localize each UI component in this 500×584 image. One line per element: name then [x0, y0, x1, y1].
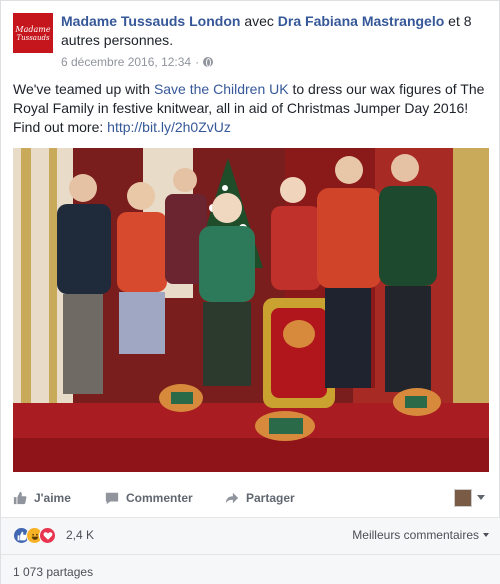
reaction-icons[interactable] — [13, 527, 56, 544]
comment-sort-label: Meilleurs commentaires — [352, 528, 479, 542]
globe-icon[interactable] — [203, 57, 214, 67]
timestamp-link[interactable]: 6 décembre 2016, 12:34 — [61, 55, 191, 69]
action-bar: J'aime Commenter Partager — [1, 485, 499, 513]
page-avatar[interactable]: Madame Tussauds — [13, 13, 53, 53]
post-photo[interactable] — [13, 148, 489, 472]
reactions-row: 2,4 K Meilleurs commentaires — [1, 518, 500, 554]
sort-chevron-down-icon — [483, 533, 489, 537]
thumbs-up-icon — [13, 491, 27, 505]
share-button[interactable]: Partager — [225, 491, 295, 505]
post-url-link[interactable]: http://bit.ly/2h0ZvUz — [107, 119, 231, 135]
comment-sort-dropdown[interactable]: Meilleurs commentaires — [352, 528, 489, 542]
tagged-person-link[interactable]: Dra Fabiana Mastrangelo — [278, 13, 445, 29]
save-the-children-link[interactable]: Save the Children UK — [154, 81, 289, 97]
post-text-start: We've teamed up with — [13, 81, 154, 97]
like-label: J'aime — [34, 491, 71, 505]
chevron-down-icon[interactable] — [477, 495, 485, 500]
and-text: et — [444, 13, 464, 29]
like-button[interactable]: J'aime — [13, 491, 71, 505]
photo-illustration — [13, 148, 489, 472]
reaction-count[interactable]: 2,4 K — [66, 528, 94, 542]
with-text: avec — [240, 13, 278, 29]
shares-count-link[interactable]: 1 073 partages — [13, 565, 93, 579]
share-icon — [225, 491, 239, 505]
logo-text-line2: Tussauds — [16, 33, 50, 42]
page-name-link[interactable]: Madame Tussauds London — [61, 13, 240, 29]
post-meta: 6 décembre 2016, 12:34 · — [61, 55, 214, 69]
comment-icon — [105, 491, 119, 505]
comment-label: Commenter — [126, 491, 193, 505]
post-text: We've teamed up with Save the Children U… — [13, 80, 489, 137]
share-label: Partager — [246, 491, 295, 505]
comment-button[interactable]: Commenter — [105, 491, 193, 505]
shares-row: 1 073 partages — [1, 555, 500, 584]
logo-text-line1: Madame — [15, 24, 51, 34]
viewer-avatar[interactable] — [454, 489, 472, 507]
meta-separator: · — [195, 55, 200, 69]
love-reaction-icon — [39, 527, 56, 544]
post-header: Madame Tussauds London avec Dra Fabiana … — [61, 12, 491, 50]
facebook-post: Madame Tussauds Madame Tussauds London a… — [0, 0, 500, 584]
period-text: . — [169, 32, 174, 48]
